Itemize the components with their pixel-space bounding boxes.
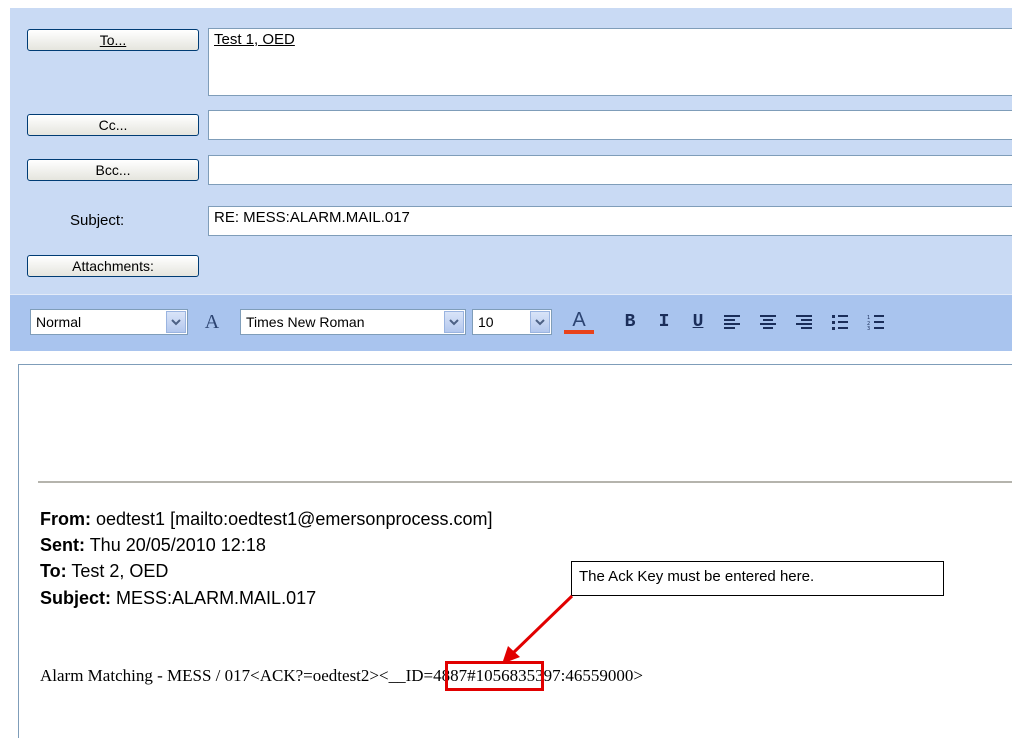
callout-arrow-icon [502, 594, 574, 664]
